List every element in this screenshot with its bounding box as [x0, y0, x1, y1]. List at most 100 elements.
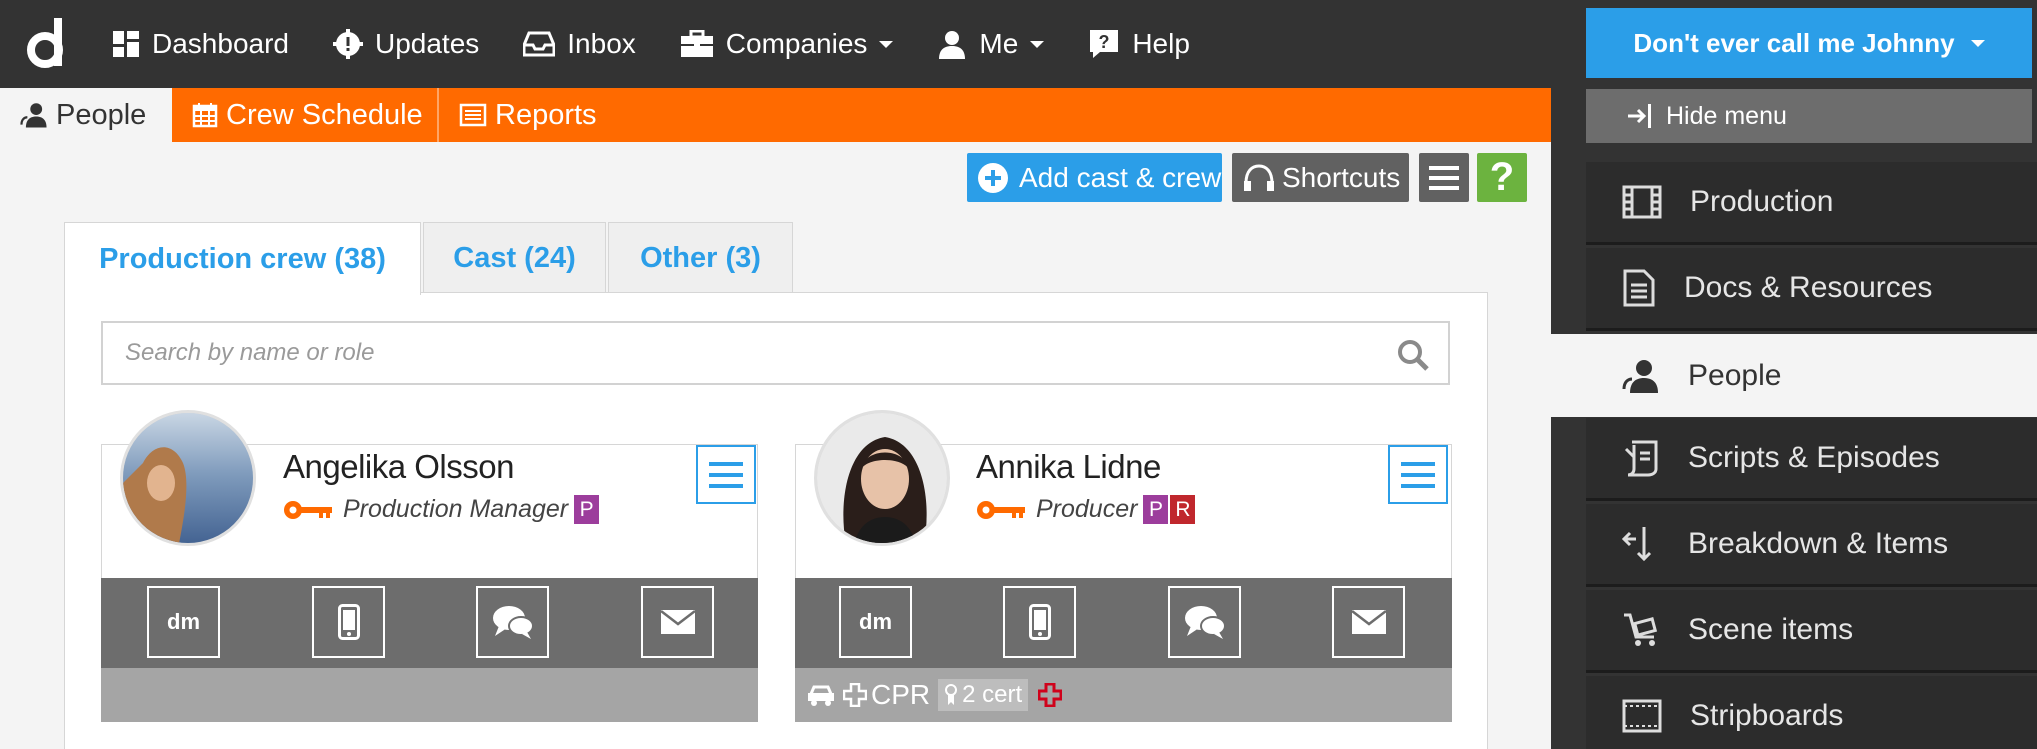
- svg-text:?: ?: [1099, 32, 1110, 52]
- dm-label: dm: [859, 609, 892, 634]
- tab-reports-label: Reports: [495, 98, 597, 131]
- shortcuts-button[interactable]: Shortcuts: [1232, 153, 1409, 202]
- nav-me[interactable]: Me: [937, 28, 1045, 60]
- phone-icon: [337, 604, 360, 640]
- sidebar-item-label: Stripboards: [1690, 699, 1844, 732]
- person-name[interactable]: Angelika Olsson: [283, 448, 514, 486]
- avatar[interactable]: [120, 410, 256, 546]
- tab-cast-label: Cast (24): [453, 242, 576, 274]
- add-cast-crew-button[interactable]: Add cast & crew: [967, 153, 1222, 202]
- tab-people-label: People: [56, 98, 147, 131]
- nav-companies[interactable]: Companies: [680, 28, 894, 60]
- briefcase-icon: [680, 30, 713, 57]
- person-name[interactable]: Annika Lidne: [976, 448, 1161, 486]
- people-icon: [1622, 359, 1658, 393]
- inbox-icon: [523, 31, 556, 57]
- dashboard-icon: [113, 31, 139, 57]
- document-icon: [1623, 269, 1655, 307]
- tab-crew-schedule-label: Crew Schedule: [226, 98, 423, 131]
- tab-production-crew[interactable]: Production crew (38): [64, 222, 421, 295]
- first-aid-cross-icon: [843, 683, 867, 707]
- nav-help[interactable]: ? Help: [1088, 28, 1190, 60]
- tab-cast[interactable]: Cast (24): [423, 222, 606, 294]
- nav-dashboard-label: Dashboard: [152, 28, 289, 59]
- sidebar-item-scene-items[interactable]: Scene items: [1586, 590, 2037, 673]
- tab-people[interactable]: People: [0, 88, 172, 142]
- user-icon: [939, 31, 966, 59]
- sidebar-item-people[interactable]: People: [1551, 334, 2037, 417]
- list-menu-button[interactable]: [1419, 153, 1469, 202]
- add-cast-crew-label: Add cast & crew: [1019, 161, 1222, 193]
- certificate-icon: [945, 684, 958, 705]
- person-role: Producer P R: [976, 495, 1196, 524]
- chevron-down-icon: [1970, 39, 1985, 47]
- phone-button[interactable]: [1003, 586, 1076, 658]
- mail-icon: [659, 610, 696, 634]
- car-icon: [808, 685, 834, 706]
- shortcuts-label: Shortcuts: [1282, 161, 1401, 193]
- sidebar-item-label: Scene items: [1688, 613, 1854, 646]
- email-button[interactable]: [641, 586, 714, 658]
- role-badge: P: [574, 495, 600, 524]
- sidebar-item-label: Breakdown & Items: [1688, 527, 1949, 560]
- nav-companies-label: Companies: [725, 28, 868, 59]
- collapse-arrow-icon: [1628, 104, 1651, 128]
- sidebar: Don't ever call me Johnny Hide menu Prod…: [1551, 0, 2037, 749]
- user-menu-button[interactable]: Don't ever call me Johnny: [1586, 8, 2032, 78]
- cert-badge[interactable]: 2 cert: [938, 679, 1029, 711]
- sidebar-item-breakdown[interactable]: Breakdown & Items: [1586, 504, 2037, 587]
- sidebar-item-docs[interactable]: Docs & Resources: [1586, 248, 2037, 331]
- chat-icon: [1184, 606, 1226, 639]
- report-icon: [459, 103, 487, 127]
- script-icon: [1624, 440, 1658, 477]
- dm-button[interactable]: dm: [147, 586, 220, 658]
- cert-label: 2 cert: [962, 681, 1023, 708]
- card-menu-button[interactable]: [696, 445, 756, 504]
- phone-icon: [1028, 604, 1051, 640]
- chat-button[interactable]: [1168, 586, 1241, 658]
- search-input[interactable]: Search by name or role: [101, 321, 1450, 385]
- sidebar-item-scripts[interactable]: Scripts & Episodes: [1586, 418, 2037, 501]
- tab-crew-schedule[interactable]: Crew Schedule: [172, 88, 443, 142]
- help-icon: ?: [1090, 30, 1119, 58]
- search-icon[interactable]: [1396, 338, 1430, 372]
- red-cross-icon: [1038, 683, 1063, 707]
- nav-inbox-label: Inbox: [567, 28, 636, 59]
- phone-button[interactable]: [312, 586, 385, 658]
- hamburger-icon: [1429, 165, 1459, 190]
- chat-icon: [492, 606, 534, 639]
- card-menu-button[interactable]: [1388, 445, 1448, 504]
- person-role: Production Manager P: [283, 495, 600, 524]
- nav-help-label: Help: [1132, 28, 1190, 59]
- section-tabs: People Crew Schedule Reports: [0, 88, 1551, 142]
- tab-reports[interactable]: Reports: [437, 88, 617, 142]
- sidebar-item-stripboards[interactable]: Stripboards: [1586, 676, 2037, 749]
- gear-badge-icon: [332, 29, 363, 59]
- dm-button[interactable]: dm: [839, 586, 912, 658]
- nav-updates[interactable]: Updates: [332, 28, 480, 60]
- hide-menu-button[interactable]: Hide menu: [1586, 89, 2032, 143]
- person-role-label: Producer: [1036, 495, 1138, 523]
- cpr-label: CPR: [871, 679, 931, 710]
- card-info-row: CPR 2 cert: [795, 668, 1452, 722]
- role-badge: P: [1143, 495, 1169, 524]
- calendar-icon: [192, 103, 218, 128]
- tab-other[interactable]: Other (3): [608, 222, 793, 294]
- headset-icon: [1244, 163, 1274, 191]
- key-icon: [284, 500, 332, 519]
- sidebar-item-production[interactable]: Production: [1586, 162, 2037, 245]
- nav-inbox[interactable]: Inbox: [523, 28, 636, 60]
- help-button[interactable]: ?: [1477, 153, 1527, 202]
- nav-dashboard[interactable]: Dashboard: [112, 28, 289, 60]
- nav-updates-label: Updates: [374, 28, 480, 59]
- sidebar-item-label: People: [1688, 358, 1782, 392]
- chat-button[interactable]: [476, 586, 549, 658]
- nav-me-label: Me: [979, 28, 1019, 59]
- email-button[interactable]: [1332, 586, 1405, 658]
- logo-icon[interactable]: [26, 14, 66, 70]
- breakdown-icon: [1622, 527, 1652, 562]
- avatar[interactable]: [814, 410, 950, 546]
- mail-icon: [1350, 610, 1387, 634]
- user-menu-label: Don't ever call me Johnny: [1633, 27, 1955, 58]
- hamburger-icon: [709, 461, 743, 488]
